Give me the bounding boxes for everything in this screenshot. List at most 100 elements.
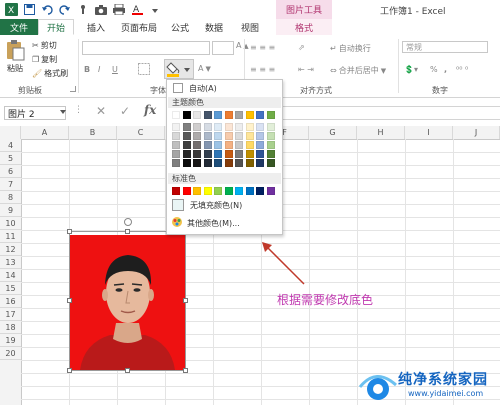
standard-color-swatch[interactable] [266,187,275,195]
standard-color-swatch[interactable] [172,187,180,195]
decimal-icon[interactable]: ⁰⁰ ⁰ [456,65,468,74]
theme-shade-swatch[interactable] [193,141,201,149]
tab-home[interactable]: 开始 [38,19,74,35]
row-header[interactable]: 7 [0,178,21,191]
theme-shade-swatch[interactable] [235,132,243,140]
row-header[interactable]: 5 [0,152,21,165]
automatic-color-option[interactable]: 自动(A) [167,82,282,94]
theme-shade-swatch[interactable] [182,141,191,149]
theme-shade-swatch[interactable] [224,141,233,149]
customize-icon[interactable] [148,3,162,17]
paste-button[interactable]: 粘贴 [5,39,25,74]
tab-view[interactable]: 视图 [236,19,264,35]
resize-handle[interactable] [125,229,130,234]
align-top-icon[interactable]: ≡ ≡ ≡ [250,43,275,52]
theme-shade-swatch[interactable] [245,132,254,140]
theme-shade-swatch[interactable] [266,159,275,167]
theme-shade-swatch[interactable] [266,123,275,131]
resize-handle[interactable] [67,229,72,234]
more-colors-option[interactable]: 其他颜色(M)... [167,217,282,229]
row-header[interactable]: 8 [0,191,21,204]
row-header[interactable]: 10 [0,217,21,230]
theme-shade-swatch[interactable] [193,150,201,158]
standard-color-swatch[interactable] [193,187,201,195]
theme-shade-swatch[interactable] [214,150,222,158]
row-header[interactable]: 6 [0,165,21,178]
theme-shade-swatch[interactable] [224,150,233,158]
tab-page-layout[interactable]: 页面布局 [116,19,162,35]
name-box[interactable]: 图片 2 [4,106,66,120]
touch-mode-icon[interactable] [76,3,90,17]
standard-color-swatch[interactable] [235,187,243,195]
insert-function-button[interactable]: fx [144,103,156,117]
resize-handle[interactable] [67,368,72,373]
theme-shade-swatch[interactable] [245,123,254,131]
redo-icon[interactable] [58,3,72,17]
save-icon[interactable] [22,3,36,17]
select-all-corner[interactable] [0,126,21,139]
theme-shade-swatch[interactable] [214,141,222,149]
theme-shade-swatch[interactable] [224,159,233,167]
theme-shade-swatch[interactable] [235,123,243,131]
number-format-dropdown[interactable]: 常规 [402,41,488,53]
underline-button[interactable]: U [112,65,118,74]
theme-color-swatch[interactable] [172,111,180,119]
theme-shade-swatch[interactable] [203,150,212,158]
italic-button[interactable]: I [98,65,100,74]
bold-button[interactable]: B [84,65,90,74]
theme-shade-swatch[interactable] [203,123,212,131]
column-header[interactable]: G [309,126,357,139]
row-header[interactable]: 16 [0,295,21,308]
column-header[interactable]: H [357,126,405,139]
theme-color-swatch[interactable] [224,111,233,119]
theme-shade-swatch[interactable] [245,150,254,158]
resize-handle[interactable] [183,368,188,373]
theme-color-swatch[interactable] [235,111,243,119]
copy-button[interactable]: ❐ 复制 [32,54,57,65]
theme-shade-swatch[interactable] [256,141,264,149]
cancel-icon[interactable]: ✕ [96,104,106,118]
theme-shade-swatch[interactable] [266,141,275,149]
font-name-dropdown[interactable] [82,41,210,55]
column-header[interactable]: C [117,126,165,139]
theme-shade-swatch[interactable] [256,159,264,167]
theme-color-swatch[interactable] [266,111,275,119]
theme-shade-swatch[interactable] [266,150,275,158]
standard-color-swatch[interactable] [214,187,222,195]
column-header[interactable]: B [69,126,117,139]
theme-shade-swatch[interactable] [235,159,243,167]
resize-handle[interactable] [183,298,188,303]
undo-icon[interactable] [40,3,54,17]
theme-color-swatch[interactable] [245,111,254,119]
theme-shade-swatch[interactable] [266,132,275,140]
cut-button[interactable]: ✂ 剪切 [32,40,57,51]
tab-formulas[interactable]: 公式 [166,19,194,35]
camera-icon[interactable] [94,3,108,17]
font-color-icon[interactable]: A [130,3,144,17]
theme-shade-swatch[interactable] [235,150,243,158]
row-header[interactable]: 13 [0,256,21,269]
theme-shade-swatch[interactable] [214,132,222,140]
theme-color-swatch[interactable] [256,111,264,119]
theme-shade-swatch[interactable] [203,141,212,149]
format-painter-button[interactable]: 🖌 格式刷 [32,68,68,79]
theme-shade-swatch[interactable] [214,159,222,167]
theme-shade-swatch[interactable] [203,132,212,140]
tab-file[interactable]: 文件 [0,19,38,35]
theme-shade-swatch[interactable] [214,123,222,131]
theme-shade-swatch[interactable] [235,141,243,149]
no-fill-option[interactable]: 无填充颜色(N) [167,199,282,211]
row-header[interactable]: 17 [0,308,21,321]
row-header[interactable]: 20 [0,347,21,360]
theme-shade-swatch[interactable] [224,132,233,140]
theme-shade-swatch[interactable] [203,159,212,167]
clipboard-launcher-icon[interactable] [70,86,76,92]
theme-shade-swatch[interactable] [245,159,254,167]
resize-handle[interactable] [125,368,130,373]
print-icon[interactable] [112,3,126,17]
row-header[interactable]: 14 [0,269,21,282]
currency-icon[interactable]: 💲▾ [404,65,418,74]
wrap-text-button[interactable]: ↵ 自动换行 [330,43,371,54]
theme-color-swatch[interactable] [182,111,191,119]
theme-shade-swatch[interactable] [256,132,264,140]
